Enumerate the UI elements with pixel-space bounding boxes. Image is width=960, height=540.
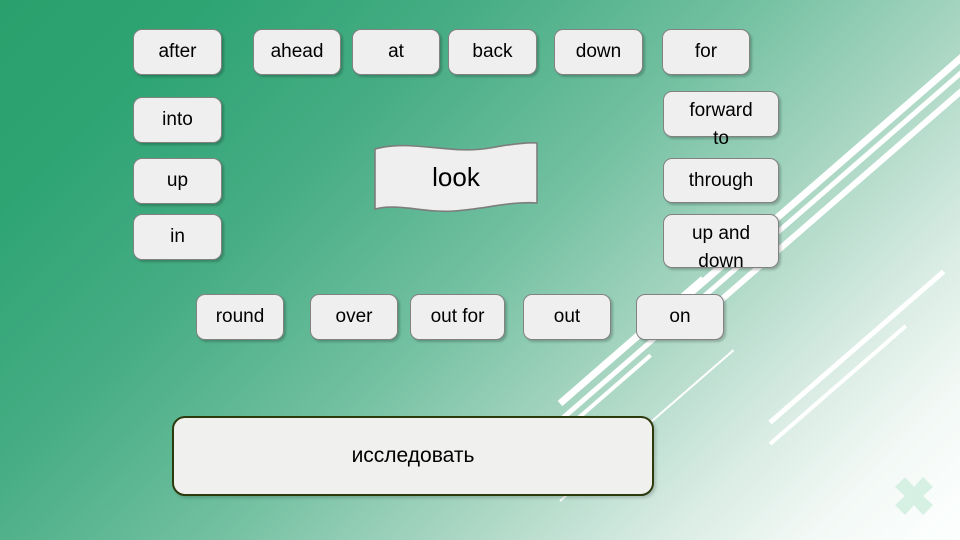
card-out[interactable]: out <box>523 294 611 340</box>
card-at[interactable]: at <box>352 29 440 75</box>
stripe-group-bottom-right-line <box>768 269 946 425</box>
banner-label: look <box>432 161 480 192</box>
card-up-and-down[interactable]: up and down <box>663 214 779 272</box>
card-on[interactable]: on <box>636 294 724 340</box>
card-ahead[interactable]: ahead <box>253 29 341 75</box>
center-banner: look <box>372 141 540 215</box>
card-through[interactable]: through <box>663 158 779 203</box>
card-into[interactable]: into <box>133 97 222 143</box>
card-back[interactable]: back <box>448 29 537 75</box>
card-forward-to[interactable]: forward to <box>663 91 779 149</box>
x-mark-shape-icon <box>895 477 933 515</box>
answer-text: исследовать <box>351 444 475 467</box>
card-after[interactable]: after <box>133 29 222 75</box>
slide-canvas: after ahead at back down for into up in forward t… <box>0 0 960 540</box>
card-in[interactable]: in <box>133 214 222 260</box>
card-out-for[interactable]: out for <box>410 294 505 340</box>
card-over[interactable]: over <box>310 294 398 340</box>
card-up[interactable]: up <box>133 158 222 204</box>
card-down[interactable]: down <box>554 29 643 75</box>
stripe-group-bottom-right-line <box>768 324 908 446</box>
x-mark-icon[interactable] <box>890 472 938 520</box>
card-for[interactable]: for <box>662 29 750 75</box>
answer-box[interactable]: исследовать <box>172 416 654 496</box>
card-round[interactable]: round <box>196 294 284 340</box>
